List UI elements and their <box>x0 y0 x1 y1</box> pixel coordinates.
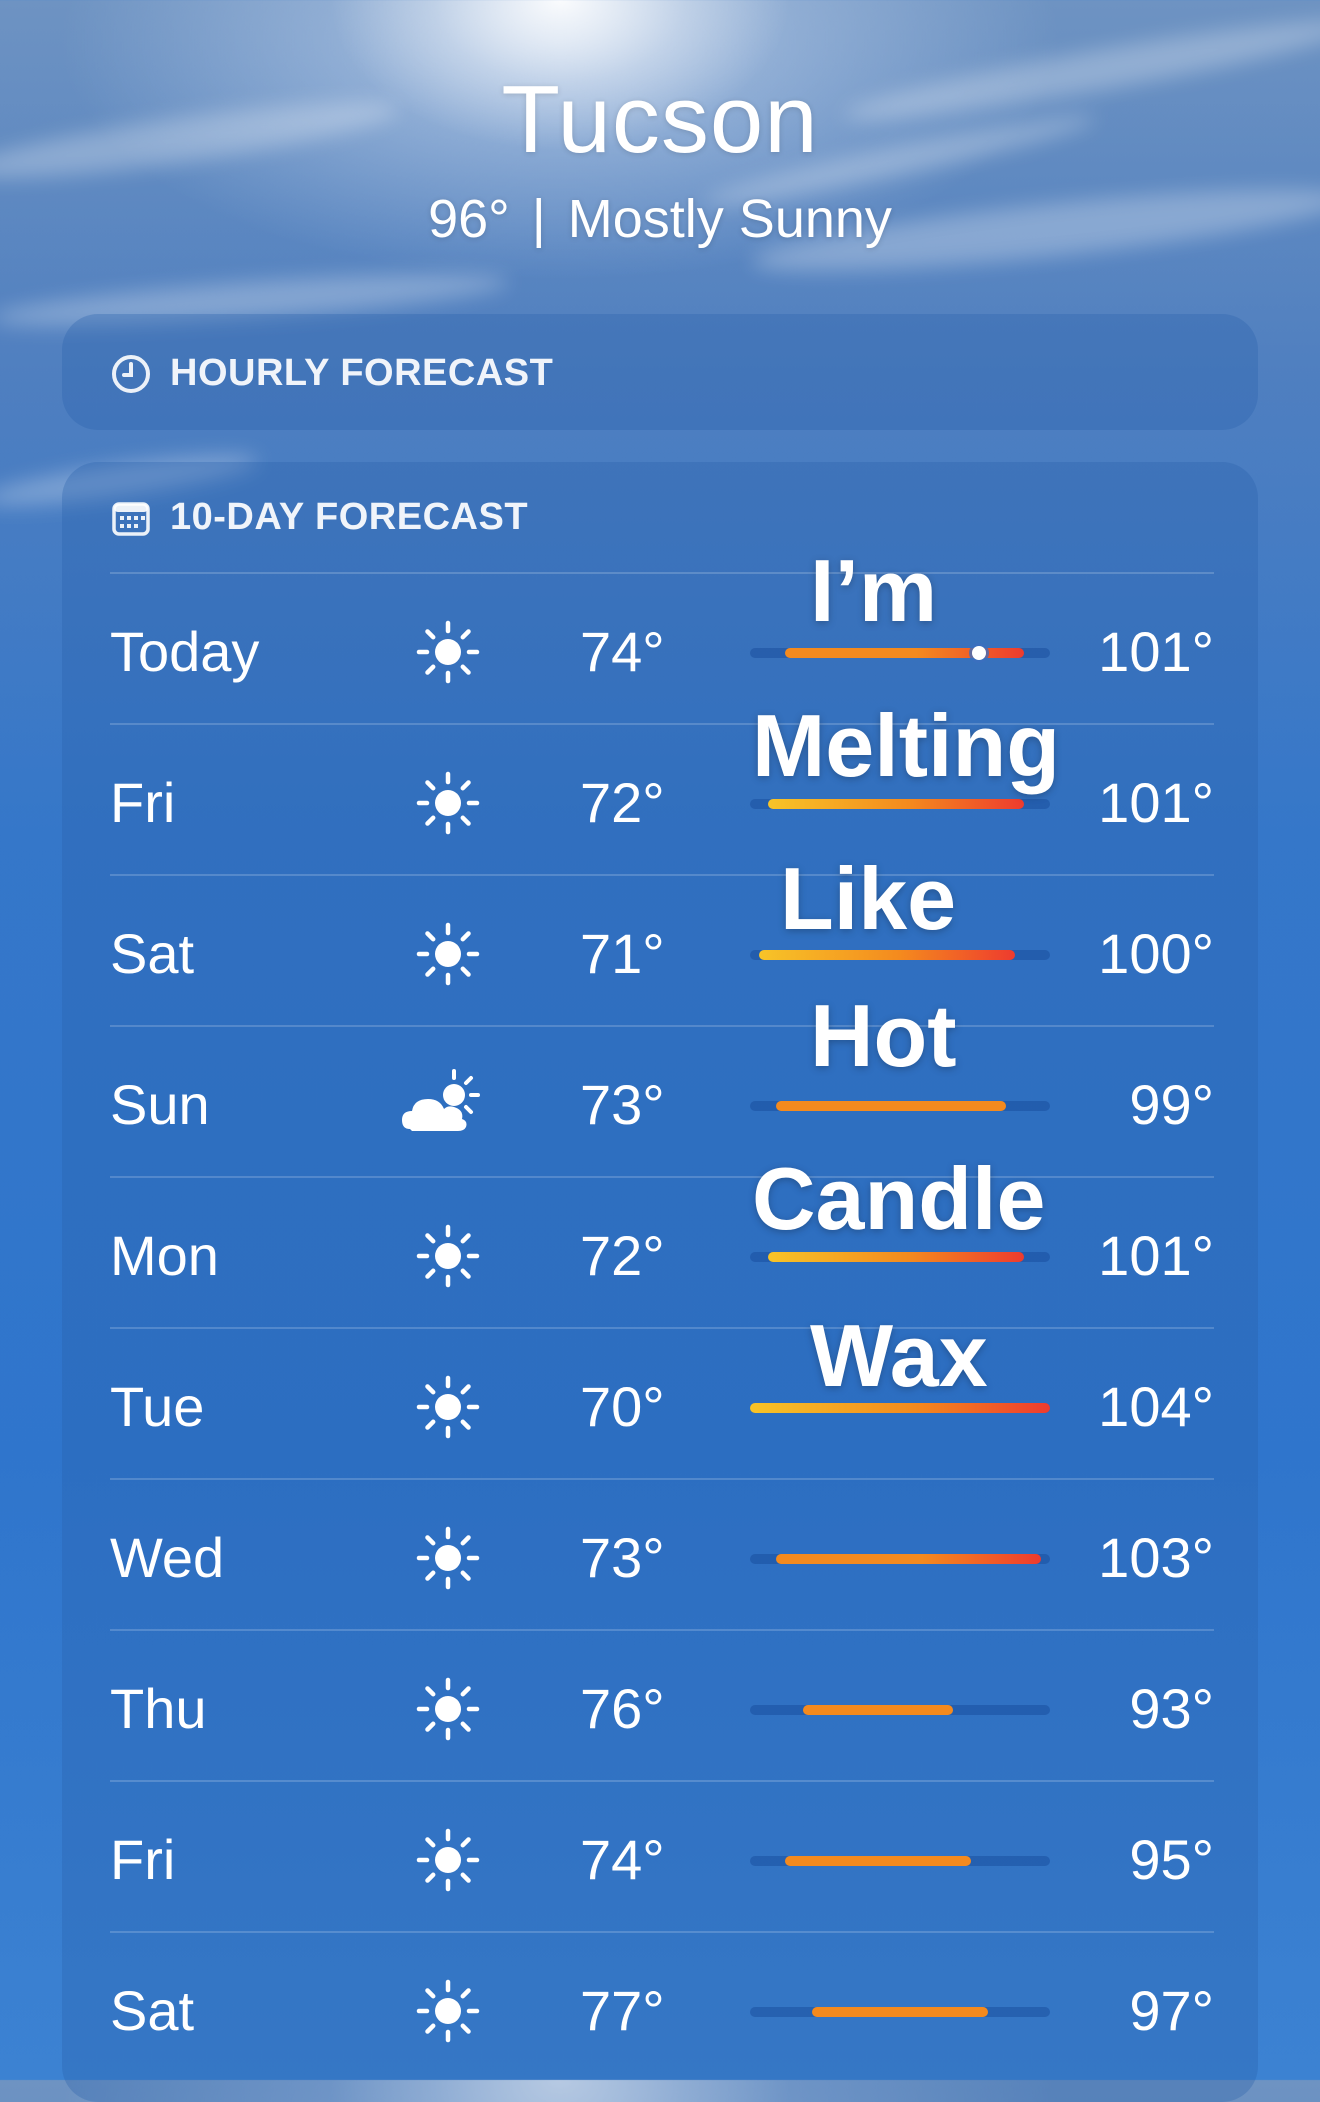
forecast-day-label: Sat <box>110 922 195 985</box>
forecast-day-label: Sun <box>110 1073 210 1136</box>
forecast-high-temp: 103° <box>1098 1526 1214 1589</box>
condition-text: Mostly Sunny <box>567 189 892 249</box>
forecast-row[interactable]: Sat 71° 100° <box>110 874 1214 1027</box>
calendar-icon <box>112 501 150 536</box>
sun-icon <box>410 1822 486 1898</box>
temp-range-bar <box>811 2007 989 2017</box>
forecast-low-temp: 72° <box>580 771 665 834</box>
sun-icon <box>410 765 486 841</box>
temp-range-track <box>750 1101 1050 1111</box>
forecast-low-temp: 73° <box>580 1526 665 1589</box>
forecast-day-label: Fri <box>110 771 176 834</box>
current-temp: 96° <box>428 189 510 249</box>
sun-icon <box>410 1520 486 1596</box>
temp-range-track <box>750 799 1050 809</box>
partly-cloudy-icon <box>400 1067 480 1143</box>
forecast-low-temp: 72° <box>580 1224 665 1287</box>
temp-range-bar <box>767 1252 1024 1262</box>
forecast-high-temp: 99° <box>1129 1073 1214 1136</box>
forecast-high-temp: 101° <box>1098 771 1214 834</box>
overlay-word-4: Hot <box>810 986 957 1085</box>
forecast-high-temp: 93° <box>1129 1677 1214 1740</box>
forecast-day-label: Thu <box>110 1677 207 1740</box>
temp-range-track <box>750 1856 1050 1866</box>
ten-day-forecast-card[interactable]: 10-DAY FORECAST Today 74° 101° Fri 72° 101° Sa… <box>62 462 1258 2102</box>
forecast-low-temp: 70° <box>580 1375 665 1438</box>
overlay-word-6: Wax <box>810 1306 988 1405</box>
forecast-day-label: Tue <box>110 1375 205 1438</box>
overlay-word-3: Like <box>780 849 957 948</box>
forecast-low-temp: 74° <box>580 620 665 683</box>
forecast-row[interactable]: Wed 73° 103° <box>110 1478 1214 1631</box>
forecast-row[interactable]: Fri 74° 95° <box>110 1780 1214 1933</box>
temp-range-bar <box>758 950 1015 960</box>
temp-range-bar <box>767 799 1024 809</box>
current-conditions: 96° | Mostly Sunny <box>0 189 1320 249</box>
hourly-forecast-title: HOURLY FORECAST <box>170 352 554 394</box>
forecast-day-label: Wed <box>110 1526 225 1589</box>
forecast-row[interactable]: Tue 70° 104° <box>110 1327 1214 1480</box>
forecast-low-temp: 71° <box>580 922 665 985</box>
sun-icon <box>410 1671 486 1747</box>
overlay-word-1: I’m <box>810 541 938 640</box>
forecast-low-temp: 76° <box>580 1677 665 1740</box>
temp-range-bar <box>776 1101 1006 1111</box>
forecast-low-temp: 74° <box>580 1828 665 1891</box>
forecast-day-label: Mon <box>110 1224 219 1287</box>
forecast-day-label: Sat <box>110 1979 195 2042</box>
forecast-day-label: Today <box>110 620 260 683</box>
temp-range-track <box>750 1705 1050 1715</box>
temp-range-track <box>750 950 1050 960</box>
clock-icon <box>112 354 150 393</box>
forecast-high-temp: 101° <box>1098 1224 1214 1287</box>
location-header: Tucson 96° | Mostly Sunny <box>0 55 1320 249</box>
sun-icon <box>410 1973 486 2049</box>
forecast-low-temp: 73° <box>580 1073 665 1136</box>
overlay-word-2: Melting <box>752 696 1060 795</box>
temp-range-track <box>750 1554 1050 1564</box>
forecast-row[interactable]: Sat 77° 97° <box>110 1931 1214 2084</box>
temp-range-bar <box>785 648 1024 658</box>
sun-icon <box>410 1218 486 1294</box>
hourly-forecast-card[interactable]: HOURLY FORECAST <box>62 314 1258 430</box>
forecast-row[interactable]: Mon 72° 101° <box>110 1176 1214 1329</box>
temp-range-bar <box>776 1554 1042 1564</box>
forecast-high-temp: 104° <box>1098 1375 1214 1438</box>
forecast-high-temp: 101° <box>1098 620 1214 683</box>
sun-icon <box>410 614 486 690</box>
overlay-word-5: Candle <box>752 1149 1046 1248</box>
sun-icon <box>410 1369 486 1445</box>
temp-range-track <box>750 2007 1050 2017</box>
forecast-high-temp: 97° <box>1129 1979 1214 2042</box>
hourly-forecast-header: HOURLY FORECAST <box>110 352 553 395</box>
ten-day-forecast-header: 10-DAY FORECAST <box>110 496 528 539</box>
forecast-row[interactable]: Thu 76° 93° <box>110 1629 1214 1782</box>
temp-range-bar <box>785 1856 971 1866</box>
conditions-separator: | <box>531 189 546 249</box>
forecast-high-temp: 100° <box>1098 922 1214 985</box>
city-name: Tucson <box>501 66 819 173</box>
temp-range-track <box>750 1252 1050 1262</box>
temp-range-track <box>750 646 1050 660</box>
forecast-day-label: Fri <box>110 1828 176 1891</box>
ten-day-forecast-title: 10-DAY FORECAST <box>170 496 529 538</box>
temp-range-bar <box>802 1705 953 1715</box>
forecast-row[interactable]: Sun 73° 99° <box>110 1025 1214 1178</box>
forecast-low-temp: 77° <box>580 1979 665 2042</box>
sun-icon <box>410 916 486 992</box>
forecast-high-temp: 95° <box>1129 1828 1214 1891</box>
